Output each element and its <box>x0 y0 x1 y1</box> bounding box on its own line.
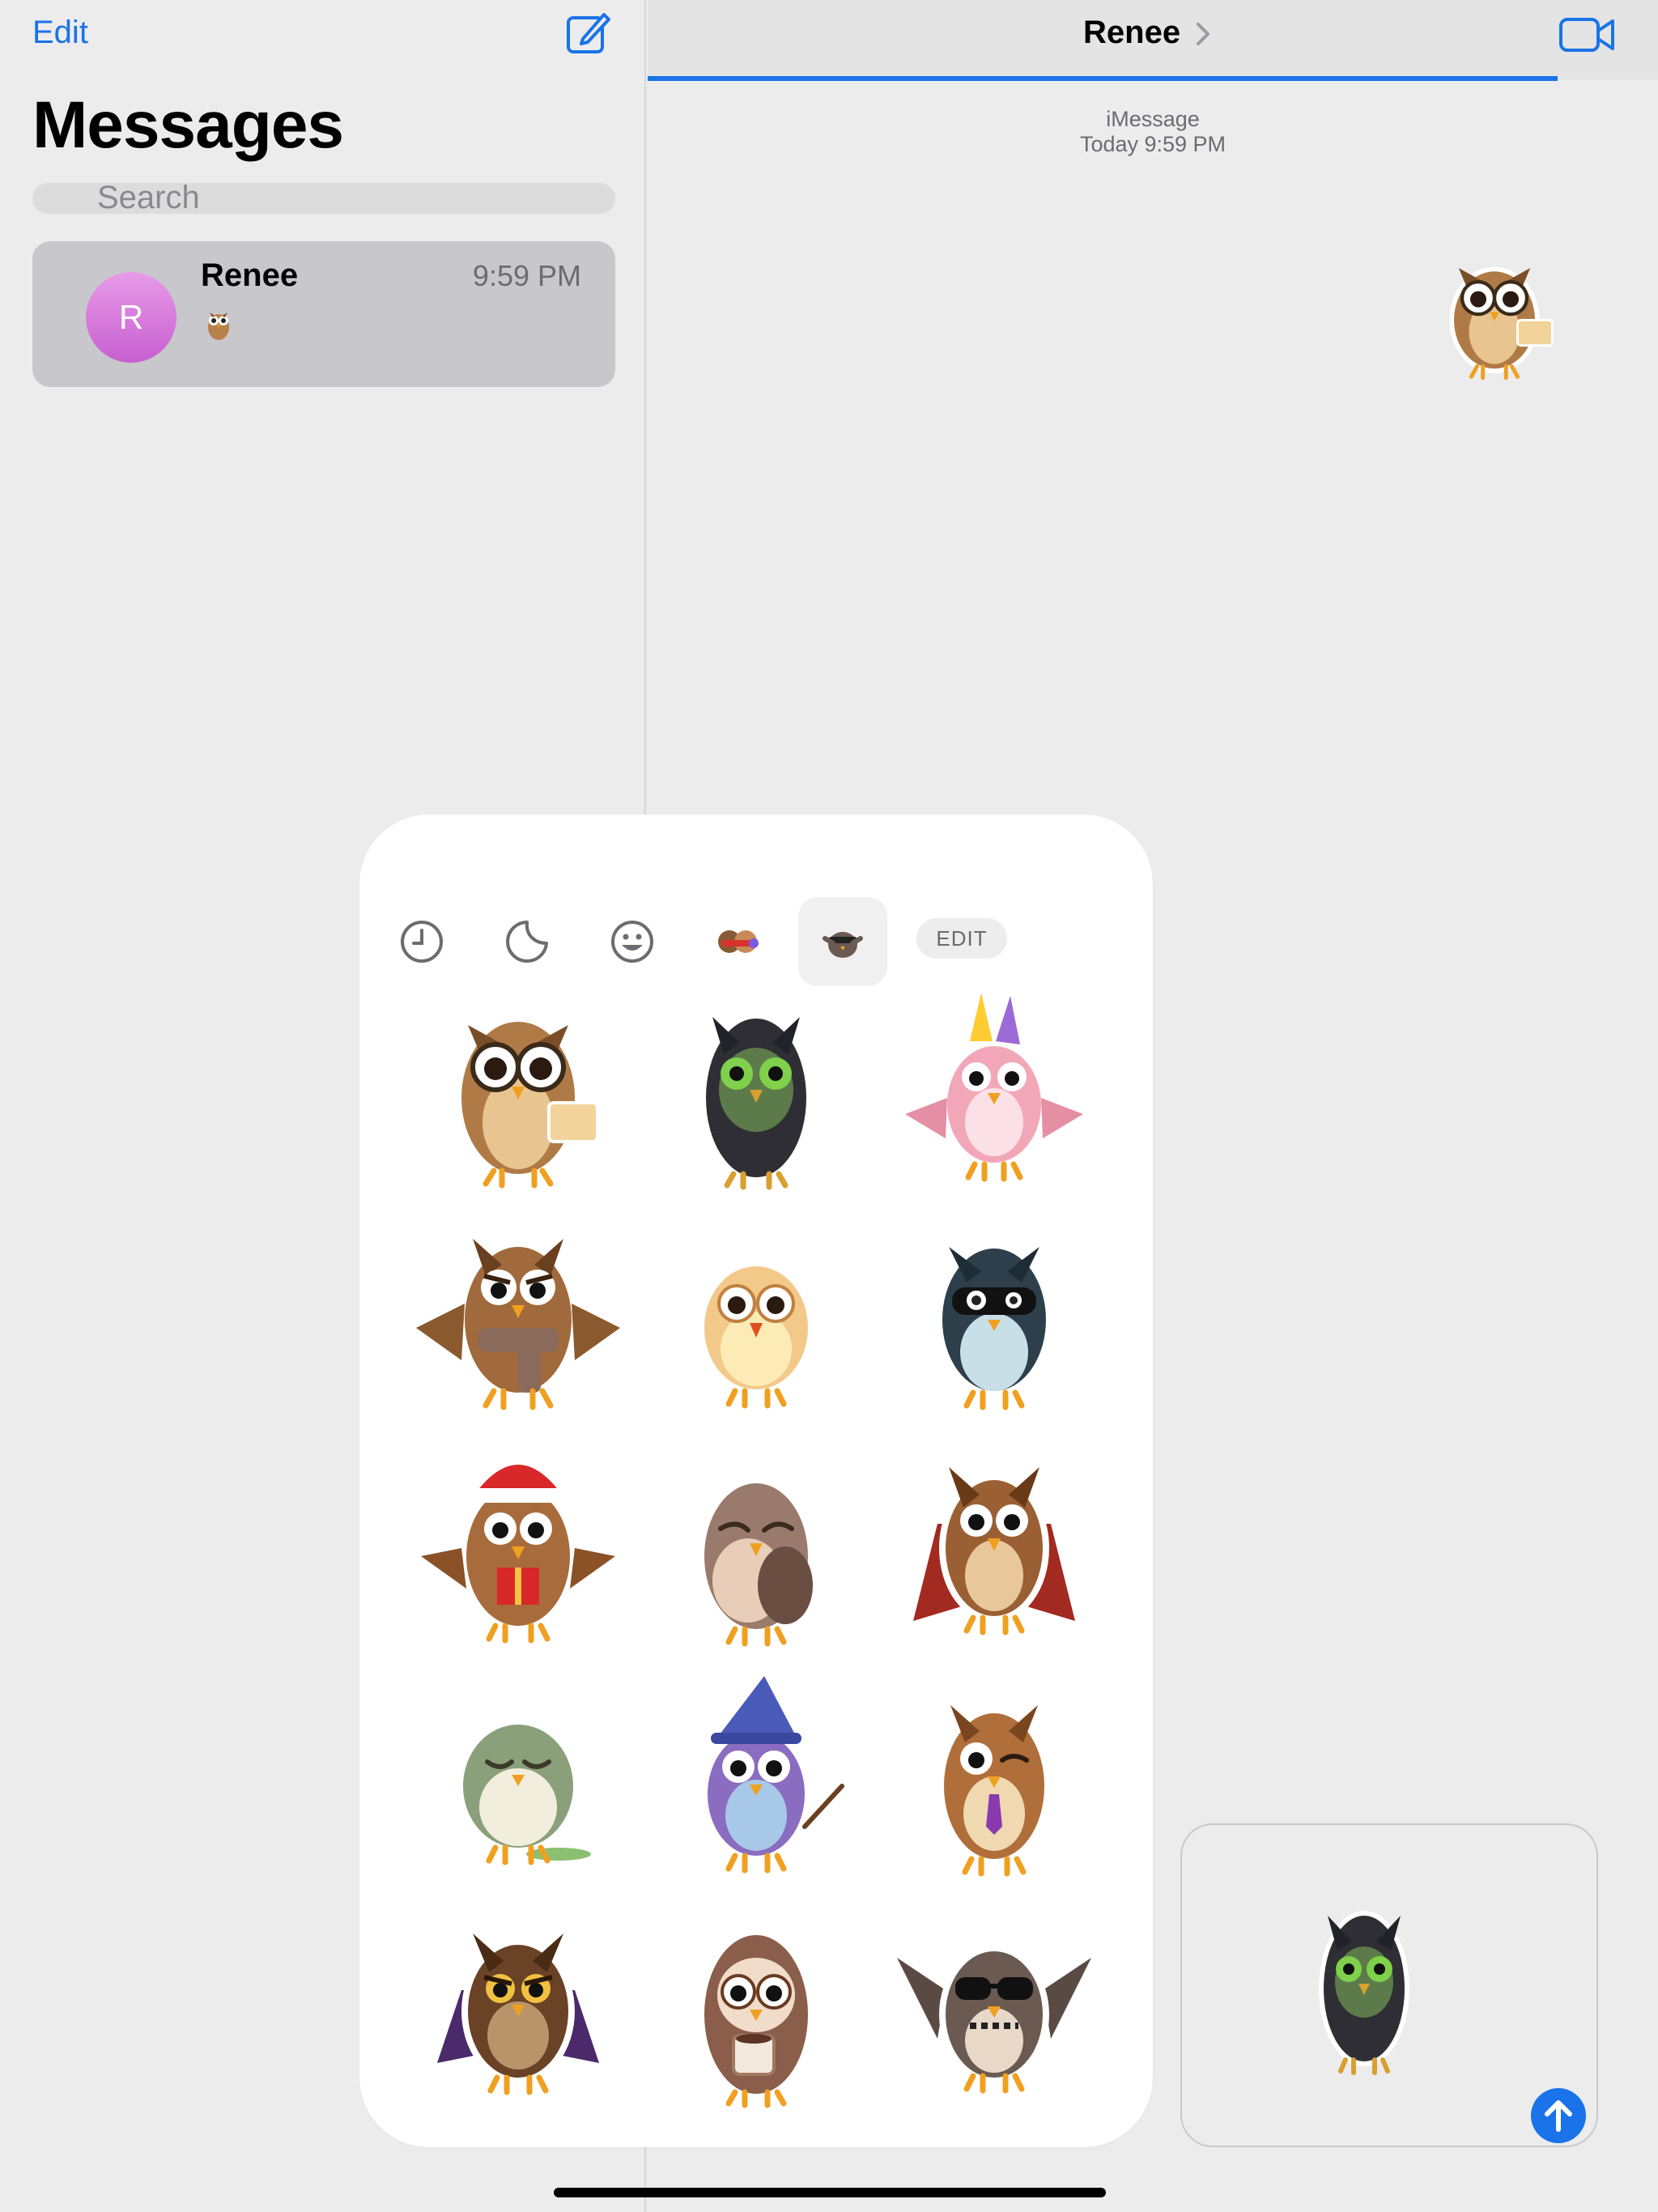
edit-button[interactable]: Edit <box>32 15 88 51</box>
owl-caped-sticker[interactable] <box>881 1435 1107 1661</box>
search-placeholder: Search <box>97 183 200 214</box>
compose-icon[interactable] <box>563 8 612 57</box>
memoji-icon <box>718 930 759 953</box>
contact-name[interactable]: Renee <box>1083 15 1180 51</box>
recents-tab[interactable] <box>377 897 466 986</box>
owl-masked-sticker[interactable] <box>881 1206 1107 1433</box>
message-timestamp: Today 9:59 PM <box>1079 132 1226 156</box>
service-label: iMessage <box>1106 107 1200 131</box>
owl-dark-caped-sticker[interactable] <box>405 1893 631 2120</box>
owl-sleepy-sticker[interactable] <box>643 1435 869 1661</box>
owl-pack-tab[interactable] <box>798 897 887 986</box>
owl-party-hat-sticker[interactable] <box>881 976 1107 1203</box>
memoji-tab[interactable] <box>693 897 782 986</box>
smiley-icon <box>611 921 653 963</box>
emoji-tab[interactable] <box>588 897 677 986</box>
send-progress-bar <box>648 76 1558 81</box>
edit-stickers-button[interactable]: EDIT <box>916 918 1007 959</box>
page-title: Messages <box>32 88 344 162</box>
sticker-peel-icon <box>506 921 548 963</box>
messages-app: Edit Messages Search R Renee 9:59 PM Ren… <box>0 0 1658 2212</box>
chevron-right-icon[interactable] <box>1192 18 1216 50</box>
conversation-header: Renee <box>648 0 1658 79</box>
owl-cream-sticker[interactable] <box>643 1206 869 1433</box>
home-indicator[interactable] <box>554 2188 1106 2197</box>
owl-sunglasses-sticker[interactable] <box>881 1893 1107 2120</box>
owl-santa-hat-sticker[interactable] <box>405 1435 631 1661</box>
video-call-icon[interactable] <box>1558 15 1618 55</box>
owl-sticker-icon <box>202 303 235 343</box>
clock-icon <box>401 921 443 963</box>
conversation-name: Renee <box>201 257 299 293</box>
pending-owl-green-eyes-sticker[interactable] <box>1303 1891 1425 2086</box>
owl-pack-icon <box>823 932 863 958</box>
owl-glasses-sticker[interactable] <box>405 976 631 1203</box>
owl-glasses-sticker[interactable] <box>1414 215 1575 402</box>
stickers-tab[interactable] <box>483 897 572 986</box>
send-arrow-icon[interactable] <box>1530 2087 1587 2144</box>
avatar: R <box>86 272 176 363</box>
owl-green-eyes-sticker[interactable] <box>643 976 869 1203</box>
owl-winking-sticker[interactable] <box>881 1665 1107 1891</box>
conversation-time: 9:59 PM <box>472 259 581 292</box>
owl-coffee-sticker[interactable] <box>643 1893 869 2120</box>
conversation-row[interactable]: R Renee 9:59 PM <box>32 241 615 387</box>
owl-scarf-sticker[interactable] <box>405 1206 631 1433</box>
owl-wizard-sticker[interactable] <box>643 1665 869 1891</box>
search-input[interactable]: Search <box>32 183 615 214</box>
owl-green-sleeping-sticker[interactable] <box>405 1665 631 1891</box>
